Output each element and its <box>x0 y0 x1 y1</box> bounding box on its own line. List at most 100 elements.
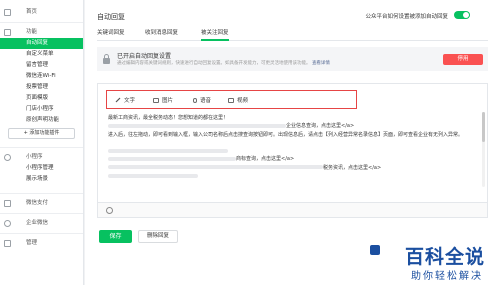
notice-title: 已开启自动回复设置 <box>117 53 172 60</box>
redacted-text <box>108 123 286 128</box>
divider <box>0 213 83 214</box>
notice-description: 通过编辑内容或关键词规则，快速进行自动回复设置。如具备开发能力，可更灵活地使用该… <box>117 60 330 66</box>
sidebar-item-page-template[interactable]: 页面模版 <box>0 93 83 104</box>
sidebar-item-wifi[interactable]: 微信连Wi-Fi <box>0 71 83 82</box>
sidebar-item-label: 微信连Wi-Fi <box>26 73 56 79</box>
redacted-text <box>108 173 198 178</box>
redacted-text <box>108 156 236 161</box>
sidebar-item-wechat-pay[interactable]: 微信支付 <box>0 198 83 209</box>
enterprise-icon <box>4 220 11 227</box>
tab-keyword-reply[interactable]: 关键词回复 <box>97 28 125 41</box>
reply-editor: 文字 图片 语音 视频 最新工商资讯，最全税务动态！您想知道的都在这里！ 企业信… <box>97 83 488 218</box>
sidebar-item-message-manage[interactable]: 留言管理 <box>0 60 83 71</box>
view-details-link[interactable]: 查看详情 <box>312 61 330 66</box>
sidebar-item-label: 门店小程序 <box>26 106 54 112</box>
main-panel: 自动回复 公众平台如何设置被添加自动回复 关键词回复 收到消息回复 被关注回复 … <box>85 0 500 285</box>
sidebar-item-label: 展示场景 <box>26 176 49 182</box>
status-notice: 已开启自动回复设置 通过编辑内容或关键词规则，快速进行自动回复设置。如具备开发能… <box>97 47 488 71</box>
video-icon <box>228 98 234 103</box>
text-line <box>108 172 477 180</box>
sidebar-item-vote[interactable]: 投票管理 <box>0 82 83 93</box>
sidebar-item-display-scene[interactable]: 展示场景 <box>0 174 83 185</box>
manage-icon <box>4 240 11 247</box>
text-line: 企业信息查询，点击这里</a> <box>108 122 477 130</box>
reply-text-area[interactable]: 最新工商资讯，最全税务动态！您想知道的都在这里！ 企业信息查询，点击这里</a>… <box>108 114 477 180</box>
text-line: 进入后，往左拖动，即可看到输入框，输入公司名称后点击搜查询按钮即可。出现信息后，… <box>108 131 464 138</box>
tool-label: 语音 <box>200 98 212 104</box>
home-icon <box>4 9 11 16</box>
divider <box>0 233 83 234</box>
delete-reply-button[interactable]: 删除回复 <box>138 230 178 243</box>
image-icon <box>153 98 159 103</box>
text-line: 税务资讯，点击这里</a> <box>108 164 477 172</box>
sidebar-item-home[interactable]: 首页 <box>0 7 83 18</box>
sidebar-item-manage[interactable]: 管理 <box>0 238 83 249</box>
disable-button[interactable]: 停用 <box>443 54 483 65</box>
sidebar-item-custom-menu[interactable]: 自定义菜单 <box>0 49 83 60</box>
tab-message-reply[interactable]: 收到消息回复 <box>145 28 178 41</box>
divider <box>0 22 83 23</box>
tool-video[interactable]: 视频 <box>228 96 248 104</box>
microphone-icon <box>193 98 197 103</box>
text-segment: 企业信息查询，点击这里</a> <box>286 123 355 130</box>
redacted-text <box>108 165 323 170</box>
sidebar-group-label: 功能 <box>26 29 38 35</box>
divider <box>0 193 83 194</box>
tab-follow-reply[interactable]: 被关注回复 <box>201 28 229 41</box>
sidebar-item-mini-manage[interactable]: 小程序管理 <box>0 163 83 174</box>
sidebar-item-original[interactable]: 原创声明功能 <box>0 115 83 126</box>
tool-text[interactable]: 文字 <box>115 96 135 104</box>
text-segment: 税务资讯，点击这里</a> <box>323 164 382 171</box>
tool-label: 文字 <box>124 98 136 104</box>
text-line <box>108 139 477 147</box>
watermark: 百科全说 助你轻松解决 <box>368 242 488 282</box>
redacted-text <box>108 148 228 153</box>
sidebar-item-label: 管理 <box>26 240 38 246</box>
sidebar-item-auto-reply[interactable]: 自动回复 <box>0 38 83 49</box>
tool-image[interactable]: 图片 <box>153 96 173 104</box>
sidebar-item-label: 页面模版 <box>26 95 49 101</box>
tool-label: 视频 <box>237 98 249 104</box>
function-icon <box>4 29 11 36</box>
sidebar-item-enterprise[interactable]: 企业微信 <box>0 218 83 229</box>
text-line <box>108 147 477 155</box>
sidebar-item-label: 自定义菜单 <box>26 51 54 57</box>
page-title: 自动回复 <box>97 13 125 21</box>
auto-reply-toggle[interactable] <box>454 11 470 19</box>
notice-text: 通过编辑内容或关键词规则，快速进行自动回复设置。如具备开发能力，可更灵活地使用该… <box>117 61 311 66</box>
sidebar-group-mini-program[interactable]: 小程序 <box>0 152 83 163</box>
save-button[interactable]: 保存 <box>99 230 132 243</box>
wallet-icon <box>4 200 11 207</box>
reply-tabs: 关键词回复 收到消息回复 被关注回复 <box>97 28 488 41</box>
sidebar-item-store-mini[interactable]: 门店小程序 <box>0 104 83 115</box>
tool-label: 图片 <box>162 98 174 104</box>
sidebar: 首页 功能 自动回复 自定义菜单 留言管理 微信连Wi-Fi 投票管理 页面模版… <box>0 0 84 285</box>
add-plugin-button[interactable]: + 添加功能插件 <box>8 128 75 139</box>
sidebar-group-label: 小程序 <box>26 154 43 160</box>
text-line: 商标查询，点击这里</a> <box>108 155 477 163</box>
text-segment: 商标查询，点击这里</a> <box>236 156 295 163</box>
tool-voice[interactable]: 语音 <box>193 96 211 104</box>
sidebar-item-label: 小程序管理 <box>26 165 54 171</box>
divider <box>0 147 83 148</box>
editor-footer <box>98 202 487 217</box>
watermark-title: 百科全说 <box>404 246 485 268</box>
text-line: 最新工商资讯，最全税务动态！您想知道的都在这里！ <box>108 115 229 121</box>
watermark-logo-icon <box>370 245 380 255</box>
sidebar-item-label: 自动回复 <box>26 40 49 46</box>
sidebar-item-label: 微信支付 <box>26 200 49 206</box>
sidebar-group-function[interactable]: 功能 <box>0 27 83 38</box>
mini-program-icon <box>4 154 11 161</box>
lock-icon <box>103 54 110 64</box>
editor-scrollbar[interactable] <box>482 112 485 187</box>
auto-reply-toggle-label: 公众平台如何设置被添加自动回复 <box>365 14 448 20</box>
sidebar-item-label: 企业微信 <box>26 220 49 226</box>
scroll-thumb[interactable] <box>482 112 485 142</box>
sidebar-item-label: 留言管理 <box>26 62 49 68</box>
sidebar-item-label: 首页 <box>26 9 38 15</box>
emoji-icon[interactable] <box>106 207 113 214</box>
watermark-subtitle: 助你轻松解决 <box>411 271 483 282</box>
pen-icon <box>115 97 121 103</box>
sidebar-item-label: 原创声明功能 <box>26 117 60 123</box>
media-type-toolbar: 文字 图片 语音 视频 <box>106 90 357 109</box>
